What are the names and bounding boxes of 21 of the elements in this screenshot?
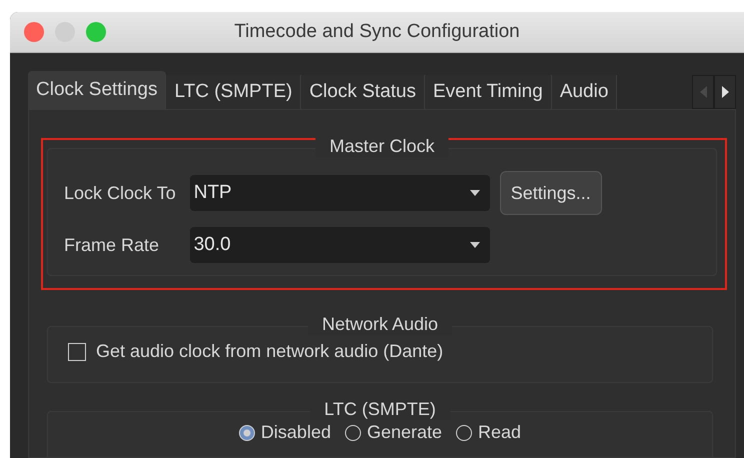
right-arrow-icon	[722, 86, 728, 98]
radio-label: Generate	[366, 422, 442, 443]
window-title: Timecode and Sync Configuration	[233, 21, 521, 43]
group-title: LTC (SMPTE)	[310, 399, 450, 420]
tab[interactable]: Clock Settings	[28, 71, 166, 109]
field-label: Lock Clock To	[64, 182, 176, 204]
checkbox-label: Get audio clock from network audio (Dante)	[96, 341, 444, 362]
left-arrow-icon	[700, 86, 706, 98]
dropdown[interactable]: 30.0	[190, 227, 490, 263]
radio-button[interactable]	[456, 424, 472, 440]
radio-label: Read	[478, 422, 522, 443]
dropdown[interactable]: NTP	[190, 175, 490, 211]
radio-button[interactable]	[344, 424, 361, 440]
scroll-right-button[interactable]	[714, 75, 736, 109]
radio-button[interactable]	[238, 424, 255, 440]
dropdown-caret-icon	[470, 190, 480, 196]
radio-label: Disabled	[260, 422, 331, 443]
settings-button[interactable]: Settings...	[500, 171, 602, 215]
dropdown-caret-icon	[470, 242, 480, 248]
checkbox[interactable]	[68, 342, 86, 360]
field-label: Frame Rate	[64, 234, 160, 256]
